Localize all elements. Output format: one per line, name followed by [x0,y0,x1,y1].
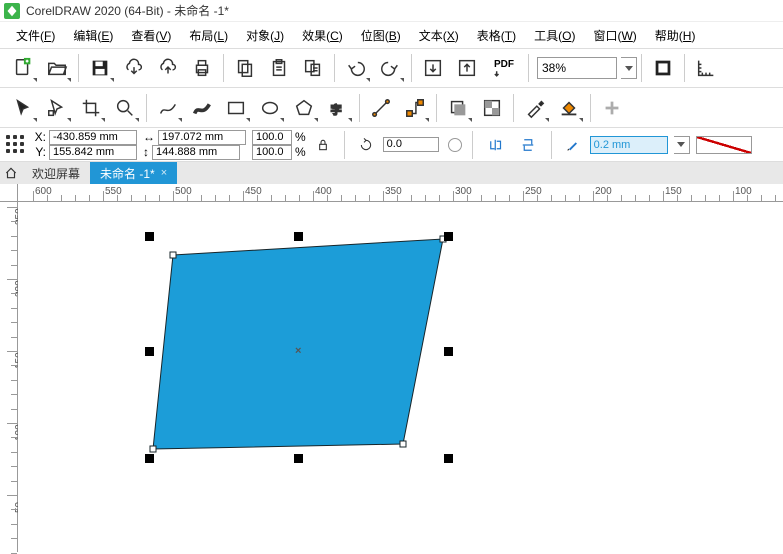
eyedropper-tool[interactable] [518,91,552,125]
scale-x-input[interactable]: 100.0 [252,130,292,145]
selected-shape[interactable] [143,234,463,459]
open-button[interactable] [40,51,74,85]
scale-group: 100.0% 100.0% [252,130,306,160]
menu-o[interactable]: 工具(O) [526,23,583,48]
outline-width-dropdown[interactable] [674,136,690,154]
handle-ne[interactable] [444,232,453,241]
menu-x[interactable]: 文本(X) [411,23,467,48]
artistic-media-tool[interactable] [185,91,219,125]
crop-tool[interactable] [74,91,108,125]
duplicate-button[interactable] [296,51,330,85]
horizontal-ruler[interactable]: 600550500450400350300250200150100 [18,184,783,202]
save-button[interactable] [83,51,117,85]
rotation-input[interactable]: 0.0 [383,137,439,152]
redo-button[interactable] [373,51,407,85]
scale-y-input[interactable]: 100.0 [252,145,292,160]
rulers-button[interactable] [689,51,723,85]
menu-b[interactable]: 位图(B) [353,23,409,48]
ellipse-tool[interactable] [253,91,287,125]
menu-t[interactable]: 表格(T) [469,23,524,48]
copy-button[interactable] [228,51,262,85]
menu-bar: 文件(F)编辑(E)查看(V)布局(L)对象(J)效果(C)位图(B)文本(X)… [0,22,783,48]
width-icon: ↔ [143,130,155,144]
undo-button[interactable] [339,51,373,85]
rotate-icon [355,128,377,162]
width-input[interactable]: 197.072 mm [158,130,246,145]
close-tab-icon[interactable]: × [161,167,167,179]
handle-sw[interactable] [145,454,154,463]
document-tabs: 欢迎屏幕 未命名 -1*× [0,162,783,184]
zoom-dropdown[interactable] [621,57,637,79]
handle-e[interactable] [444,347,453,356]
ruler-corner[interactable] [0,184,18,202]
pick-tool[interactable] [6,91,40,125]
property-bar: X:-430.859 mm Y:155.842 mm ↔197.072 mm ↕… [0,128,783,162]
window-title: CorelDRAW 2020 (64-Bit) - 未命名 -1* [26,2,229,19]
export-button[interactable] [450,51,484,85]
app-icon [4,3,20,19]
cloud-down-button[interactable] [117,51,151,85]
shape-tool[interactable] [40,91,74,125]
handle-nw[interactable] [145,232,154,241]
tab-document[interactable]: 未命名 -1*× [90,162,177,184]
fill-tool[interactable] [552,91,586,125]
handle-se[interactable] [444,454,453,463]
menu-l[interactable]: 布局(L) [181,23,236,48]
menu-j[interactable]: 对象(J) [238,23,292,48]
mirror-v-button[interactable] [515,128,541,162]
new-button[interactable] [6,51,40,85]
print-button[interactable] [185,51,219,85]
add-tool[interactable] [595,91,629,125]
lock-ratio-button[interactable] [312,128,334,162]
tab-welcome[interactable]: 欢迎屏幕 [22,162,90,184]
handle-w[interactable] [145,347,154,356]
fullscreen-button[interactable] [646,51,680,85]
zoom-tool[interactable] [108,91,142,125]
connector-tool[interactable] [398,91,432,125]
transparency-tool[interactable] [475,91,509,125]
handle-n[interactable] [294,232,303,241]
paste-button[interactable] [262,51,296,85]
menu-v[interactable]: 查看(V) [123,23,179,48]
title-bar: CorelDRAW 2020 (64-Bit) - 未命名 -1* [0,0,783,22]
vertical-ruler[interactable]: 25020015010050 [0,202,18,552]
menu-f[interactable]: 文件(F) [8,23,63,48]
height-icon: ↕ [143,145,149,159]
standard-toolbar: PDF [0,48,783,88]
fill-swatch[interactable] [696,136,752,154]
canvas[interactable]: × [18,202,783,552]
rectangle-tool[interactable] [219,91,253,125]
position-group: X:-430.859 mm Y:155.842 mm [32,130,137,160]
tool-toolbar: 字 [0,88,783,128]
text-tool[interactable]: 字 [321,91,355,125]
zoom-input[interactable] [537,57,617,79]
menu-h[interactable]: 帮助(H) [647,23,704,48]
outline-width-input[interactable]: 0.2 mm [590,136,668,154]
import-button[interactable] [416,51,450,85]
cloud-up-button[interactable] [151,51,185,85]
menu-w[interactable]: 窗口(W) [585,23,644,48]
menu-e[interactable]: 编辑(E) [65,23,121,48]
home-tab[interactable] [0,162,22,184]
handle-s[interactable] [294,454,303,463]
pos-y-input[interactable]: 155.842 mm [49,145,137,160]
outline-pen-icon [562,128,584,162]
drop-shadow-tool[interactable] [441,91,475,125]
svg-text:字: 字 [331,102,342,116]
origin-grid-icon[interactable] [6,135,26,155]
mirror-h-button[interactable] [483,128,509,162]
height-input[interactable]: 144.888 mm [152,145,240,160]
polygon-tool[interactable] [287,91,321,125]
export-pdf-button[interactable]: PDF [484,51,524,85]
freehand-tool[interactable] [151,91,185,125]
center-marker[interactable]: × [295,345,301,357]
size-group: ↔197.072 mm ↕144.888 mm [143,130,246,160]
rotation-center-icon[interactable] [448,138,462,152]
menu-c[interactable]: 效果(C) [294,23,351,48]
dimension-tool[interactable] [364,91,398,125]
pos-x-input[interactable]: -430.859 mm [49,130,137,145]
